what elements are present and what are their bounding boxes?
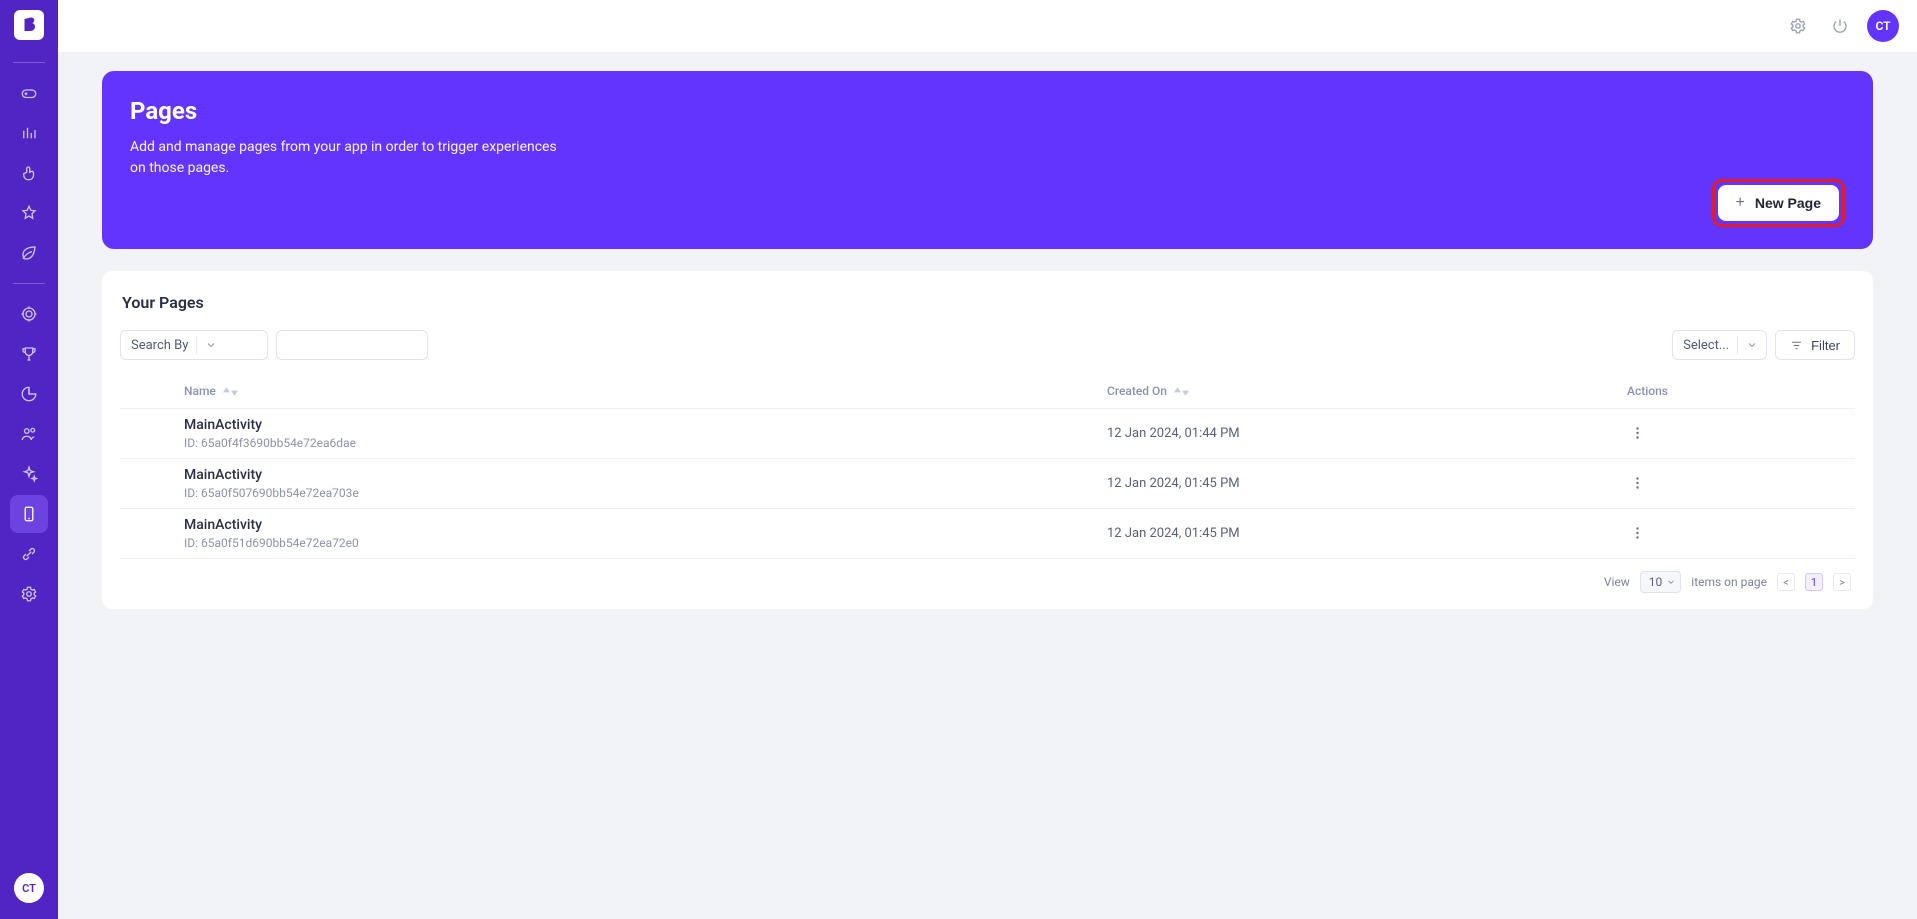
topbar-settings-icon[interactable] [1783, 11, 1813, 41]
sidebar-divider [13, 283, 45, 284]
search-by-select[interactable]: Search By [120, 330, 268, 360]
page-title: Pages [130, 97, 1845, 125]
filter-icon [1790, 339, 1803, 352]
row-created: 12 Jan 2024, 01:45 PM [1095, 459, 1615, 509]
view-label: View [1604, 575, 1630, 589]
th-actions: Actions [1615, 374, 1855, 409]
sidebar-avatar[interactable]: CT [14, 873, 44, 903]
nav-pointer-icon[interactable] [10, 154, 48, 192]
plus-icon: + [1736, 195, 1745, 211]
items-label: items on page [1691, 575, 1767, 589]
row-name: MainActivity [184, 417, 1091, 433]
filter-label: Filter [1811, 338, 1840, 353]
nav-settings-icon[interactable] [10, 575, 48, 613]
pages-card: Your Pages Search By Select... [102, 271, 1873, 609]
nav-pages-icon[interactable] [10, 495, 48, 533]
content: Pages Add and manage pages from your app… [58, 53, 1917, 649]
next-page-button[interactable]: > [1833, 573, 1851, 591]
search-input[interactable] [285, 338, 461, 353]
row-actions-menu[interactable] [1627, 523, 1647, 543]
chevron-down-icon [197, 339, 225, 351]
table-toolbar: Search By Select... [120, 330, 1855, 360]
chevron-down-icon [1666, 577, 1676, 587]
hero-banner: Pages Add and manage pages from your app… [102, 71, 1873, 249]
paginator: View 10 items on page < 1 > [120, 559, 1855, 593]
topbar-avatar[interactable]: CT [1867, 10, 1899, 42]
row-created: 12 Jan 2024, 01:44 PM [1095, 409, 1615, 459]
row-id: ID: 65a0f507690bb54e72ea703e [184, 486, 1091, 500]
nav-leaf-icon[interactable] [10, 234, 48, 272]
nav-star-icon[interactable] [10, 194, 48, 232]
table-row[interactable]: MainActivity ID: 65a0f4f3690bb54e72ea6da… [120, 409, 1855, 459]
row-created: 12 Jan 2024, 01:45 PM [1095, 509, 1615, 559]
row-name: MainActivity [184, 517, 1091, 533]
pages-table: Name Created On [120, 374, 1855, 559]
page-number-button[interactable]: 1 [1805, 573, 1823, 591]
row-actions-menu[interactable] [1627, 423, 1647, 443]
nav-connect-icon[interactable] [10, 535, 48, 573]
row-name: MainActivity [184, 467, 1091, 483]
row-id: ID: 65a0f4f3690bb54e72ea6dae [184, 436, 1091, 450]
new-page-button[interactable]: + New Page [1718, 185, 1839, 221]
topbar: CT [58, 0, 1917, 53]
card-title: Your Pages [122, 293, 1853, 312]
table-row[interactable]: MainActivity ID: 65a0f507690bb54e72ea703… [120, 459, 1855, 509]
row-id: ID: 65a0f51d690bb54e72ea72e0 [184, 536, 1091, 550]
main: CT Pages Add and manage pages from your … [58, 0, 1917, 919]
search-input-wrap [276, 330, 428, 360]
th-created-on[interactable]: Created On [1095, 374, 1615, 409]
nav-sparkle-icon[interactable] [10, 455, 48, 493]
app-logo[interactable] [14, 10, 44, 40]
prev-page-button[interactable]: < [1777, 573, 1795, 591]
nav-trophy-icon[interactable] [10, 335, 48, 373]
row-actions-menu[interactable] [1627, 473, 1647, 493]
page-description: Add and manage pages from your app in or… [130, 137, 570, 179]
nav-piechart-icon[interactable] [10, 375, 48, 413]
page-size-select[interactable]: 10 [1640, 571, 1682, 593]
search-by-label: Search By [131, 338, 188, 353]
filter-button[interactable]: Filter [1775, 330, 1855, 360]
nav-analytics-icon[interactable] [10, 114, 48, 152]
topbar-power-icon[interactable] [1825, 11, 1855, 41]
new-page-label: New Page [1755, 195, 1821, 211]
new-page-highlight: + New Page [1712, 179, 1845, 227]
th-name[interactable]: Name [180, 374, 1095, 409]
nav-target-icon[interactable] [10, 295, 48, 333]
column-select-placeholder: Select... [1683, 338, 1729, 353]
chevron-down-icon [1738, 339, 1766, 351]
sort-icon [1174, 387, 1189, 396]
nav-users-icon[interactable] [10, 415, 48, 453]
sidebar: CT [0, 0, 58, 919]
table-row[interactable]: MainActivity ID: 65a0f51d690bb54e72ea72e… [120, 509, 1855, 559]
column-select[interactable]: Select... [1672, 330, 1767, 360]
sidebar-divider [13, 62, 45, 63]
sort-icon [223, 387, 238, 396]
nav-gamepad-icon[interactable] [10, 74, 48, 112]
